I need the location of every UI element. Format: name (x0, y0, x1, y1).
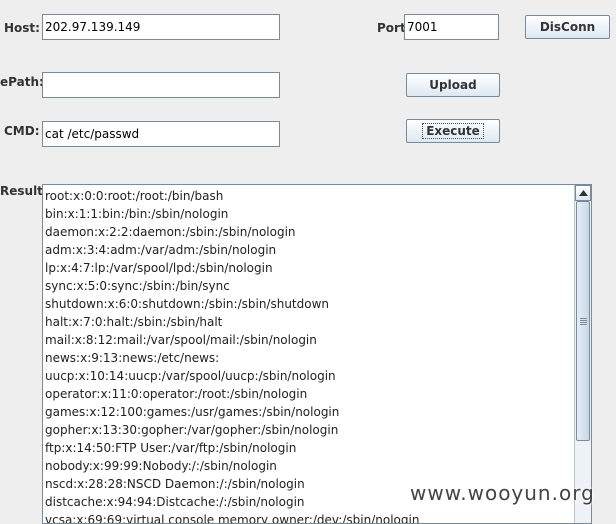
result-line: news:x:9:13:news:/etc/news: (45, 351, 220, 365)
upload-button[interactable]: Upload (406, 73, 500, 97)
result-line: bin:x:1:1:bin:/bin:/sbin/nologin (45, 207, 229, 221)
result-line: mail:x:8:12:mail:/var/spool/mail:/sbin/n… (45, 333, 317, 347)
result-line: daemon:x:2:2:daemon:/sbin:/sbin/nologin (45, 225, 296, 239)
host-label: Host: (4, 21, 40, 35)
result-line: uucp:x:10:14:uucp:/var/spool/uucp:/sbin/… (45, 369, 336, 383)
result-line: shutdown:x:6:0:shutdown:/sbin:/sbin/shut… (45, 297, 330, 311)
result-line: ftp:x:14:50:FTP User:/var/ftp:/sbin/nolo… (45, 441, 297, 455)
vertical-scrollbar[interactable] (574, 185, 591, 523)
result-line: halt:x:7:0:halt:/sbin:/sbin/halt (45, 315, 223, 329)
result-line: root:x:0:0:root:/root:/bin/bash (45, 189, 224, 203)
result-label: Result: (0, 184, 48, 198)
result-line: operator:x:11:0:operator:/root:/sbin/nol… (45, 387, 308, 401)
result-lines: root:x:0:0:root:/root:/bin/bash bin:x:1:1… (45, 187, 420, 524)
execute-button[interactable]: Execute (406, 119, 500, 143)
result-line: nscd:x:28:28:NSCD Daemon:/:/sbin/nologin (45, 477, 305, 491)
result-line: adm:x:3:4:adm:/var/adm:/sbin/nologin (45, 243, 277, 257)
result-line: nobody:x:99:99:Nobody:/:/sbin/nologin (45, 459, 277, 473)
cmd-input[interactable] (42, 121, 280, 147)
result-line: gopher:x:13:30:gopher:/var/gopher:/sbin/… (45, 423, 339, 437)
result-line: distcache:x:94:94:Distcache:/:/sbin/nolo… (45, 495, 305, 509)
disconnect-button[interactable]: DisConn (525, 15, 610, 39)
port-input[interactable] (404, 14, 499, 40)
result-line: sync:x:5:0:sync:/sbin:/bin/sync (45, 279, 230, 293)
chevron-up-icon (579, 190, 588, 196)
host-input[interactable] (42, 14, 280, 40)
watermark: www.wooyun.org (410, 481, 595, 505)
execute-button-label: Execute (422, 123, 484, 139)
result-line: lp:x:4:7:lp:/var/spool/lpd:/sbin/nologin (45, 261, 273, 275)
filepath-label: ePath: (0, 75, 44, 89)
cmd-label: CMD: (4, 124, 40, 138)
scroll-up-button[interactable] (575, 185, 591, 201)
grip-lines-icon (580, 318, 587, 326)
scroll-thumb[interactable] (576, 201, 590, 441)
filepath-input[interactable] (42, 72, 280, 98)
result-textarea[interactable]: root:x:0:0:root:/root:/bin/bash bin:x:1:1… (42, 184, 592, 524)
result-line: games:x:12:100:games:/usr/games:/sbin/no… (45, 405, 340, 419)
result-line: vcsa:x:69:69:virtual console memory owne… (45, 513, 420, 524)
